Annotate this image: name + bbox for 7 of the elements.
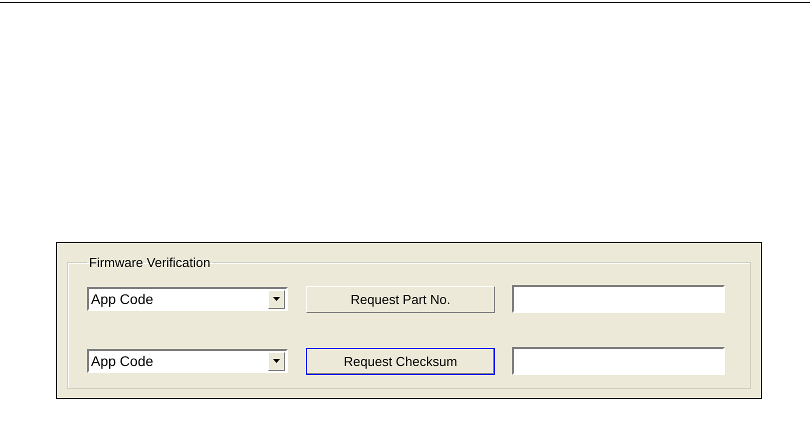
dropdown[interactable]: App Code [87,349,288,373]
request-button[interactable]: Request Checksum [306,348,495,374]
result-field[interactable] [512,347,725,375]
result-field[interactable] [512,285,725,313]
dropdown[interactable]: App Code [87,287,288,311]
group-title: Firmware Verification [88,255,212,270]
request-button[interactable]: Request Part No. [306,286,495,312]
